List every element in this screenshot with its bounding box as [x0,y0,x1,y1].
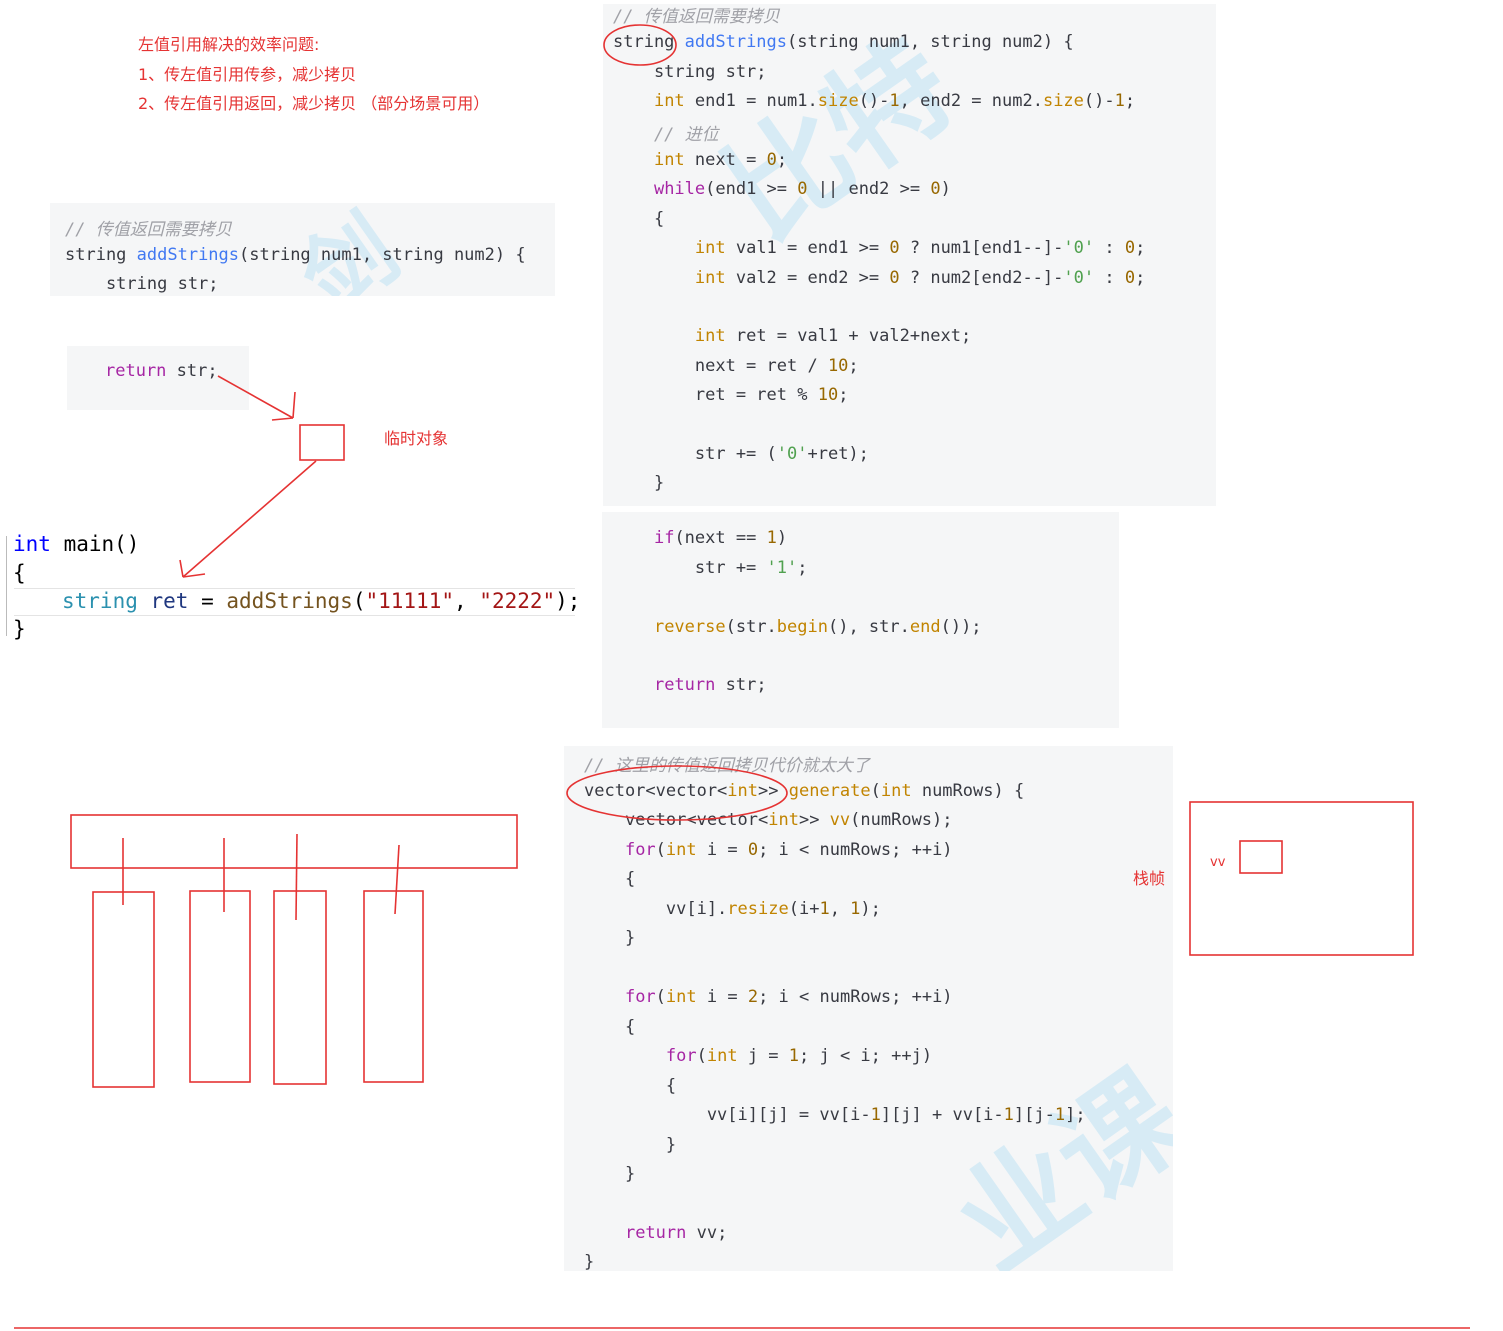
code-line: string str; [65,274,219,294]
code-line: for(int j = 1; j < i; ++j) [665,1046,933,1066]
code-line: str += ('0'+ret); [613,444,869,464]
code-line: ret = ret % 10; [613,385,849,405]
code-line: vv[i].resize(i+1, 1); [584,899,881,919]
vv-row-box [273,890,327,1085]
code-comment: // 传值返回需要拷贝 [613,7,780,27]
code-line: } [584,1164,636,1184]
code-line: for(int i = 0; i < numRows; ++i) [624,840,953,860]
code-line: { [613,209,665,229]
code-line: reverse(str.begin(), str.end()); [653,617,982,637]
code-comment: // 进位 [613,125,719,145]
code-line: vector<vector<int>> generate(int numRows… [584,781,1025,801]
code-comment: // 这里的传值返回拷贝代价就太大了 [584,756,870,776]
code-line: int main() [13,532,140,556]
code-line: int ret = val1 + val2+next; [694,326,972,346]
watermark: 业课 [932,1046,1173,1271]
code-line: } [584,928,636,948]
code-line: } [613,473,665,493]
main-code: int main() { string ret = addStrings("11… [0,530,580,645]
temp-object-box [299,424,345,461]
note-item-2: 2、传左值引用返回，减少拷贝 （部分场景可用） [138,94,490,113]
code-line: } [584,1135,677,1155]
code-line: return str; [653,675,767,695]
code-snippet-add-strings: 比特 // 传值返回需要拷贝 string addStrings(string … [603,4,1216,506]
code-line: vv[i][j] = vv[i-1][j] + vv[i-1][j-1]; [584,1105,1086,1125]
code-line: vector<vector<int>> vv(numRows); [584,810,953,830]
temp-object-label: 临时对象 [384,429,449,448]
code-line: if(next == 1) [653,528,788,548]
code-line: int next = 0; [653,150,788,170]
vv-box [1239,840,1283,874]
code-line: { [13,561,26,585]
note-item-1: 1、传左值引用传参，减少拷贝 [138,65,357,84]
code-line: return str; [105,361,218,381]
vv-label: vv [1210,855,1226,870]
code-line: next = ret / 10; [613,356,859,376]
code-snippet-return: return str; [67,346,249,410]
code-line: str += '1'; [613,558,808,578]
vv-outer-array-box [70,814,518,869]
code-line: string addStrings(string num1, string nu… [65,245,526,265]
code-line: } [13,617,26,641]
vv-row-box [92,891,155,1088]
code-line: int val2 = end2 >= 0 ? num2[end2--]-'0' … [694,268,1146,288]
code-line: { [584,869,636,889]
code-comment: // 传值返回需要拷贝 [65,220,232,240]
code-line: return vv; [624,1223,728,1243]
stack-frame-label: 栈帧 [1133,869,1166,888]
code-line: while(end1 >= 0 || end2 >= 0) [653,179,951,199]
code-snippet-generate: 业课 // 这里的传值返回拷贝代价就太大了 vector<vector<int>… [564,746,1173,1271]
code-line: string str; [613,62,767,82]
vv-row-box [363,890,424,1083]
code-line: string ret = addStrings("11111", "2222")… [62,589,581,613]
vv-row-box [189,890,251,1083]
code-snippet-reverse: if(next == 1) str += '1'; reverse(str.be… [602,512,1119,728]
code-line: { [584,1076,677,1096]
code-line: int val1 = end1 >= 0 ? num1[end1--]-'0' … [694,238,1146,258]
note-heading: 左值引用解决的效率问题: [138,35,320,54]
code-snippet-small: 剑 // 传值返回需要拷贝 string addStrings(string n… [50,203,555,296]
code-line: } [584,1252,595,1271]
code-line: int end1 = num1.size()-1, end2 = num2.si… [653,91,1136,111]
code-line: for(int i = 2; i < numRows; ++i) [624,987,953,1007]
stack-frame-box [1189,801,1414,956]
code-line: string addStrings(string num1, string nu… [613,32,1074,52]
code-line: { [584,1017,636,1037]
